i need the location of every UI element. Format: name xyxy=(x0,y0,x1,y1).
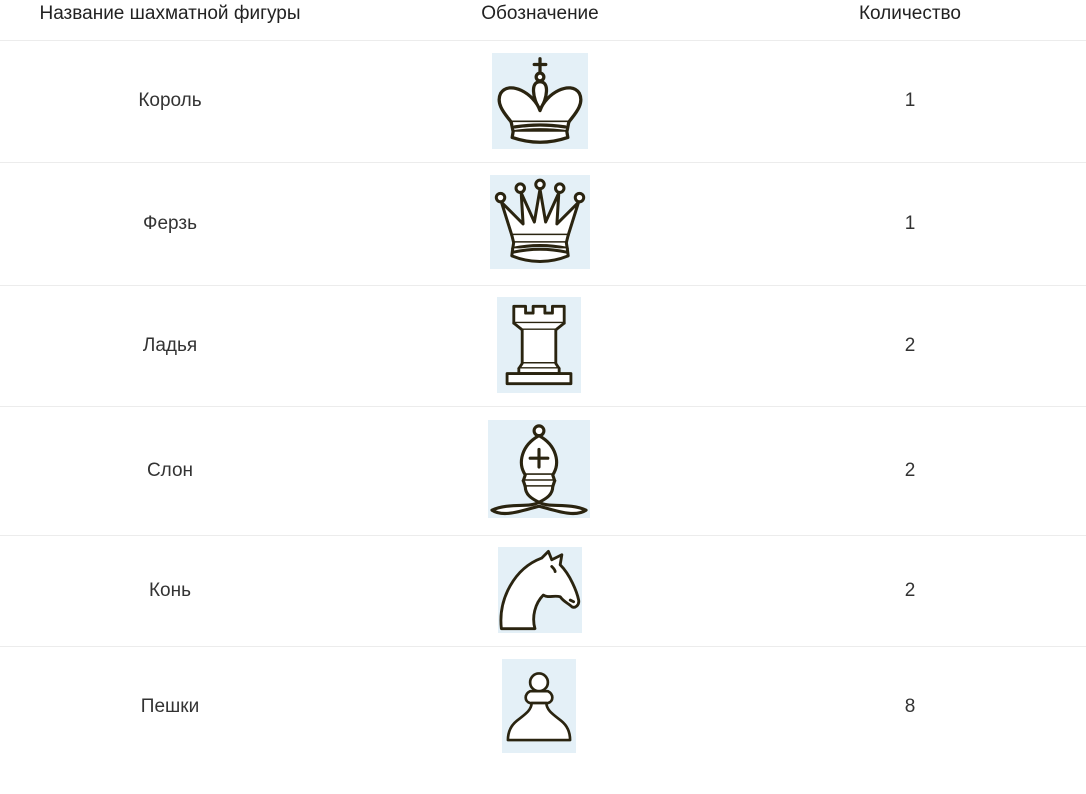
chess-bishop-icon xyxy=(488,420,590,518)
table-row: Слон 2 xyxy=(0,407,1086,536)
header-count: Количество xyxy=(858,3,962,24)
chess-king-icon xyxy=(492,53,588,149)
piece-count: 1 xyxy=(904,213,916,234)
chess-knight-icon xyxy=(498,547,582,633)
header-piece-name: Название шахматной фигуры xyxy=(39,3,301,24)
table-row: Пешки 8 xyxy=(0,647,1086,767)
table-row: Ладья 2 xyxy=(0,286,1086,407)
piece-name: Пешки xyxy=(140,696,200,717)
piece-name: Ладья xyxy=(142,335,198,356)
table-header: Название шахматной фигуры Обозначение Ко… xyxy=(0,0,1086,41)
table-row: Ферзь 1 xyxy=(0,163,1086,286)
header-symbol: Обозначение xyxy=(481,3,599,24)
chess-pawn-icon xyxy=(502,659,576,753)
piece-name: Слон xyxy=(146,460,194,481)
piece-name: Ферзь xyxy=(143,213,197,234)
chess-rook-icon xyxy=(497,297,581,393)
piece-count: 2 xyxy=(904,460,916,481)
piece-name: Конь xyxy=(148,580,192,601)
table-row: Конь 2 xyxy=(0,536,1086,647)
piece-count: 2 xyxy=(904,335,916,356)
chess-queen-icon xyxy=(490,175,590,269)
piece-count: 8 xyxy=(904,696,916,717)
table-row: Король 1 xyxy=(0,40,1086,163)
piece-count: 1 xyxy=(904,90,916,111)
piece-count: 2 xyxy=(904,580,916,601)
piece-name: Король xyxy=(138,90,202,111)
